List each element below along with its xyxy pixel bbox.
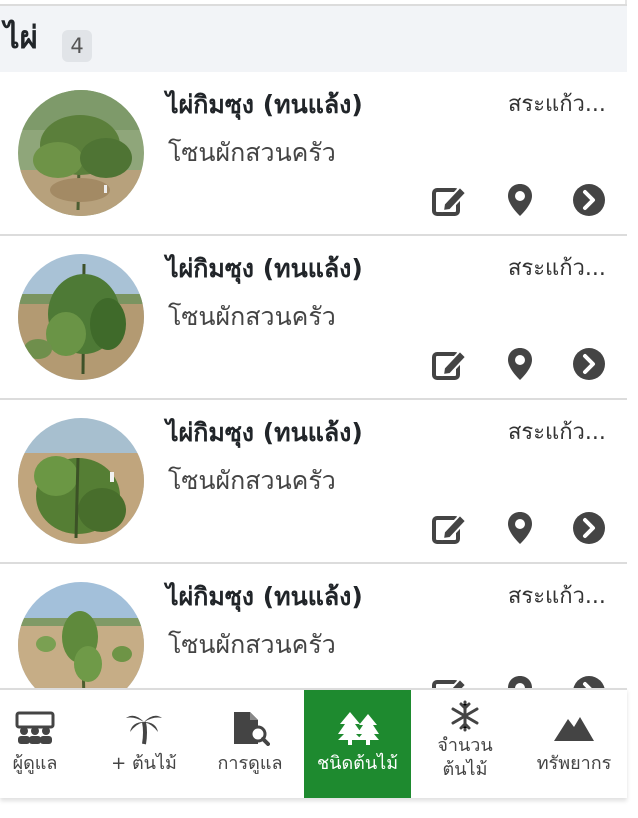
trees-icon bbox=[336, 710, 380, 746]
group-title: ไผ่ bbox=[4, 20, 38, 56]
nav-caretakers[interactable]: ผู้ดูแล bbox=[0, 690, 70, 798]
tree-photo bbox=[18, 582, 144, 688]
list-item[interactable]: ไผ่กิมซุง (ทนแล้ง) โซนผักสวนครัว สระแก้ว… bbox=[0, 236, 627, 400]
nav-resources[interactable]: ทรัพยากร bbox=[526, 690, 622, 798]
nav-tree-count-label-2: ต้นไม้ bbox=[442, 759, 488, 780]
users-board-icon bbox=[15, 710, 55, 746]
tree-name: ไผ่กิมซุง (ทนแล้ง) bbox=[166, 254, 363, 283]
chevron-right-icon[interactable] bbox=[571, 674, 607, 688]
nav-care[interactable]: การดูแล bbox=[208, 690, 292, 798]
tree-photo bbox=[18, 90, 144, 216]
nav-resources-label: ทรัพยากร bbox=[536, 753, 612, 774]
tree-list[interactable]: ไผ่กิมซุง (ทนแล้ง) โซนผักสวนครัว สระแก้ว… bbox=[0, 72, 627, 688]
tree-location: สระแก้ว... bbox=[508, 256, 606, 281]
chevron-right-icon[interactable] bbox=[571, 182, 607, 218]
file-search-icon bbox=[230, 710, 270, 746]
map-pin-icon[interactable] bbox=[502, 510, 538, 546]
group-count-badge: 4 bbox=[62, 30, 92, 62]
app-frame: ไผ่ 4 ไผ่กิมซุง (ทนแล้ง) โซนผักสวนครัว ส… bbox=[0, 0, 627, 798]
tree-name: ไผ่กิมซุง (ทนแล้ง) bbox=[166, 582, 363, 611]
tree-location: สระแก้ว... bbox=[508, 92, 606, 117]
nav-caretakers-label: ผู้ดูแล bbox=[12, 753, 58, 774]
nav-species[interactable]: ชนิดต้นไม้ bbox=[304, 690, 411, 798]
tree-name: ไผ่กิมซุง (ทนแล้ง) bbox=[166, 90, 363, 119]
tree-photo bbox=[18, 254, 144, 380]
tree-name: ไผ่กิมซุง (ทนแล้ง) bbox=[166, 418, 363, 447]
nav-care-label: การดูแล bbox=[217, 753, 283, 774]
list-item[interactable]: ไผ่กิมซุง (ทนแล้ง) โซนผักสวนครัว สระแก้ว… bbox=[0, 400, 627, 564]
edit-icon[interactable] bbox=[432, 346, 468, 382]
list-item[interactable]: ไผ่กิมซุง (ทนแล้ง) โซนผักสวนครัว สระแก้ว… bbox=[0, 72, 627, 236]
tree-zone: โซนผักสวนครัว bbox=[168, 466, 336, 495]
mountain-icon bbox=[552, 710, 596, 746]
nav-add-tree[interactable]: + ต้นไม้ bbox=[100, 690, 188, 798]
map-pin-icon[interactable] bbox=[502, 346, 538, 382]
tree-location: สระแก้ว... bbox=[508, 584, 606, 609]
edit-icon[interactable] bbox=[432, 182, 468, 218]
map-pin-icon[interactable] bbox=[502, 182, 538, 218]
edit-icon[interactable] bbox=[432, 510, 468, 546]
chevron-right-icon[interactable] bbox=[571, 346, 607, 382]
tree-zone: โซนผักสวนครัว bbox=[168, 138, 336, 167]
edit-icon[interactable] bbox=[432, 674, 468, 688]
map-pin-icon[interactable] bbox=[502, 674, 538, 688]
nav-tree-count-label-1: จำนวน bbox=[437, 735, 493, 756]
nav-tree-count[interactable]: จำนวน ต้นไม้ bbox=[422, 690, 508, 798]
nav-add-tree-label: + ต้นไม้ bbox=[111, 753, 177, 774]
bottom-nav: ผู้ดูแล + ต้นไม้ การดูแล ชนิดต้นไม้ จำนว bbox=[0, 688, 627, 798]
snowflake-icon bbox=[449, 700, 481, 732]
nav-species-label: ชนิดต้นไม้ bbox=[316, 753, 399, 774]
list-item[interactable]: ไผ่กิมซุง (ทนแล้ง) โซนผักสวนครัว สระแก้ว… bbox=[0, 564, 627, 688]
tree-location: สระแก้ว... bbox=[508, 420, 606, 445]
tree-zone: โซนผักสวนครัว bbox=[168, 302, 336, 331]
tree-zone: โซนผักสวนครัว bbox=[168, 630, 336, 659]
group-header: ไผ่ 4 bbox=[0, 6, 627, 72]
tree-photo bbox=[18, 418, 144, 544]
palm-tree-icon bbox=[124, 710, 164, 746]
chevron-right-icon[interactable] bbox=[571, 510, 607, 546]
